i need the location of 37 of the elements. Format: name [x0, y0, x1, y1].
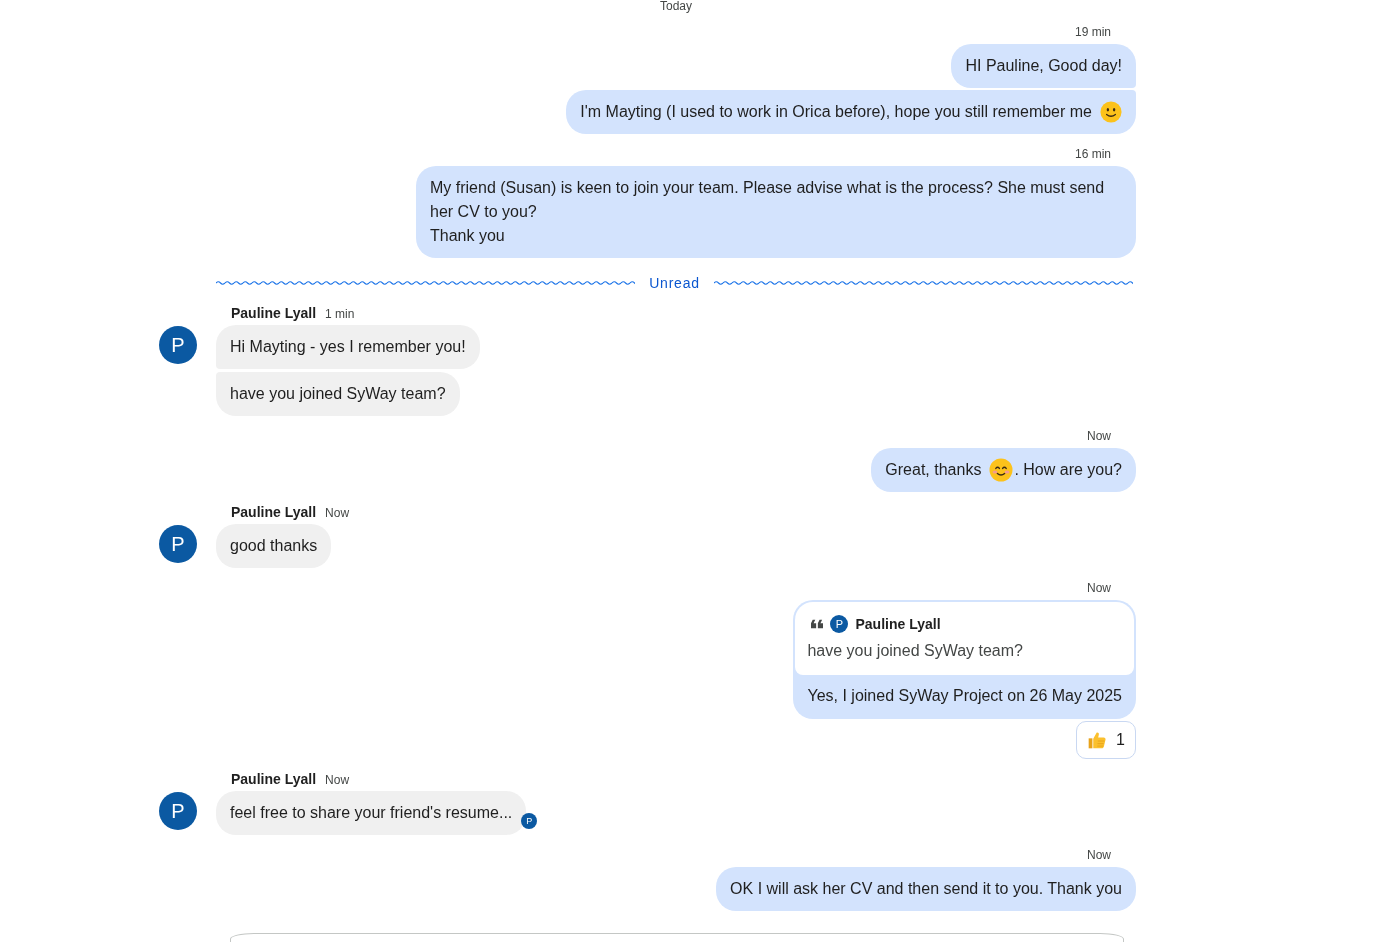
chat-message: My friend (Susan) is keen to join your team. Please advise what is the process? She must send her CV to you? Thank you: [416, 166, 1136, 258]
sender-name: Pauline Lyall: [231, 305, 317, 321]
reaction-chip[interactable]: 1: [1076, 721, 1136, 759]
sender-name: Pauline Lyall: [231, 504, 317, 520]
message-time: Now: [1087, 428, 1112, 444]
message-time: Now: [1087, 847, 1112, 863]
chat-message: Hi Mayting - yes I remember you!: [216, 325, 480, 369]
sender-avatar: P: [159, 792, 197, 830]
message-time: Now: [325, 772, 350, 788]
message-time: 16 min: [1074, 146, 1112, 162]
date-label: Today: [660, 0, 692, 12]
thumbs-up-icon: [1087, 730, 1108, 750]
message-time: 1 min: [325, 306, 355, 322]
message-time: 19 min: [1074, 24, 1112, 40]
read-receipt-avatar: P: [521, 813, 538, 829]
chat-message: OK I will ask her CV and then send it to you. Thank you: [716, 867, 1136, 911]
chat-message: good thanks: [216, 524, 332, 568]
chat-message: HI Pauline, Good day!: [951, 44, 1136, 88]
smiling-face-icon: [1100, 101, 1122, 123]
chat-message: have you joined SyWay team?: [216, 372, 460, 416]
message-text: . How are you?: [1014, 460, 1122, 480]
message-text: Yes, I joined SyWay Project on 26 May 2025: [807, 686, 1122, 706]
chat-message: feel free to share your friend's resume...: [216, 791, 527, 835]
smiling-face-icon: [989, 458, 1014, 482]
sender-avatar: P: [830, 615, 849, 633]
message-time: Now: [325, 505, 350, 521]
sender-avatar: P: [159, 525, 197, 563]
sender-avatar: P: [159, 326, 197, 364]
message-text: I'm Mayting (I used to work in Orica before), hope you still remember me: [580, 102, 1092, 122]
quoted-text: have you joined SyWay team?: [807, 641, 1024, 661]
message-text: Great, thanks: [885, 460, 982, 480]
message-input-field[interactable]: [230, 933, 1124, 942]
unread-label: Unread: [649, 273, 700, 293]
quoted-sender-name: Pauline Lyall: [855, 615, 941, 634]
sender-name: Pauline Lyall: [231, 771, 317, 787]
message-time: Now: [1087, 580, 1112, 596]
quote-icon: [811, 619, 824, 629]
